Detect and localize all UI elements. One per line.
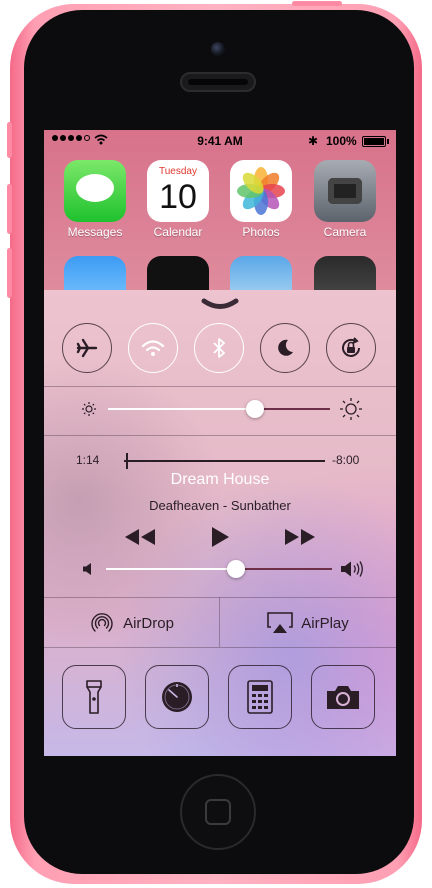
calendar-icon: Tuesday 10 (147, 160, 209, 222)
calculator-icon (247, 680, 273, 714)
bluetooth-icon (213, 338, 225, 358)
calculator-button[interactable] (228, 665, 292, 729)
timer-icon (162, 682, 192, 712)
control-center: 1:14 -8:00 Dream House Deafheaven - Sunb… (44, 290, 396, 756)
flashlight-button[interactable] (62, 665, 126, 729)
volume-track-fill (106, 568, 236, 570)
rewind-button[interactable] (124, 528, 156, 546)
wifi-toggle[interactable] (128, 323, 178, 373)
messages-icon (64, 160, 126, 222)
track-title: Dream House (170, 471, 270, 488)
progress-track (124, 460, 325, 462)
progress-scrubber[interactable] (126, 453, 128, 469)
calendar-date: 10 (159, 178, 197, 216)
volume-down-button (7, 248, 12, 298)
track-artist-album: Deafheaven - Sunbather (149, 498, 291, 513)
play-button[interactable] (210, 526, 230, 548)
fast-forward-button[interactable] (284, 528, 316, 546)
timer-button[interactable] (145, 665, 209, 729)
app-label: Photos (242, 225, 280, 239)
camera-shortcut-button[interactable] (311, 665, 375, 729)
calendar-day: Tuesday (159, 166, 197, 177)
brightness-track-rest (255, 408, 330, 410)
brightness-slider-knob[interactable] (246, 400, 264, 418)
app-label: Camera (323, 225, 367, 239)
divider (44, 597, 396, 598)
photos-icon (230, 160, 292, 222)
earpiece-speaker (180, 72, 256, 92)
volume-track-rest (236, 568, 332, 570)
battery-icon (362, 136, 389, 147)
front-camera (211, 42, 225, 56)
flashlight-icon (86, 680, 102, 714)
app-calendar[interactable]: Tuesday 10 Calendar (145, 160, 211, 239)
brightness-track-fill (108, 408, 255, 410)
app-photos[interactable]: Photos (228, 160, 294, 239)
camera-app-icon (314, 160, 376, 222)
app-camera[interactable]: Camera (312, 160, 378, 239)
airplay-icon (267, 612, 294, 633)
wifi-icon (141, 340, 165, 356)
divider (44, 647, 396, 648)
rotation-lock-icon (342, 337, 360, 357)
volume-slider-knob[interactable] (227, 560, 245, 578)
airplane-icon (76, 338, 98, 358)
home-button[interactable] (180, 774, 256, 850)
volume-up-button (7, 184, 12, 234)
battery-percent: 100% (326, 134, 357, 148)
bluetooth-status-icon: ✱ (308, 134, 319, 148)
camera-icon (327, 686, 359, 709)
power-button (292, 1, 342, 6)
airdrop-icon (91, 613, 113, 632)
app-messages[interactable]: Messages (62, 160, 128, 239)
airdrop-button[interactable]: AirDrop (44, 600, 219, 646)
rotation-lock-toggle[interactable] (326, 323, 376, 373)
volume-low-icon (83, 563, 91, 575)
moon-icon (278, 339, 293, 356)
status-bar: 9:41 AM ✱ 100% (44, 130, 396, 150)
grabber-chevron-icon[interactable] (201, 298, 239, 312)
volume-high-icon (341, 561, 363, 577)
brightness-low-icon (82, 402, 96, 416)
airplane-mode-toggle[interactable] (62, 323, 112, 373)
elapsed-time: 1:14 (76, 453, 100, 467)
divider (44, 386, 396, 387)
bluetooth-toggle[interactable] (194, 323, 244, 373)
airplay-label: AirPlay (301, 614, 349, 632)
airplay-button[interactable]: AirPlay (220, 600, 396, 646)
do-not-disturb-toggle[interactable] (260, 323, 310, 373)
app-label: Calendar (153, 225, 203, 239)
app-label: Messages (67, 225, 123, 239)
ringer-switch (7, 122, 12, 158)
screen: 9:41 AM ✱ 100% Messages Tuesday 10 Calen… (44, 130, 396, 756)
divider (44, 435, 396, 436)
airdrop-label: AirDrop (123, 614, 174, 632)
remaining-time: -8:00 (332, 453, 360, 467)
brightness-high-icon (340, 398, 362, 420)
